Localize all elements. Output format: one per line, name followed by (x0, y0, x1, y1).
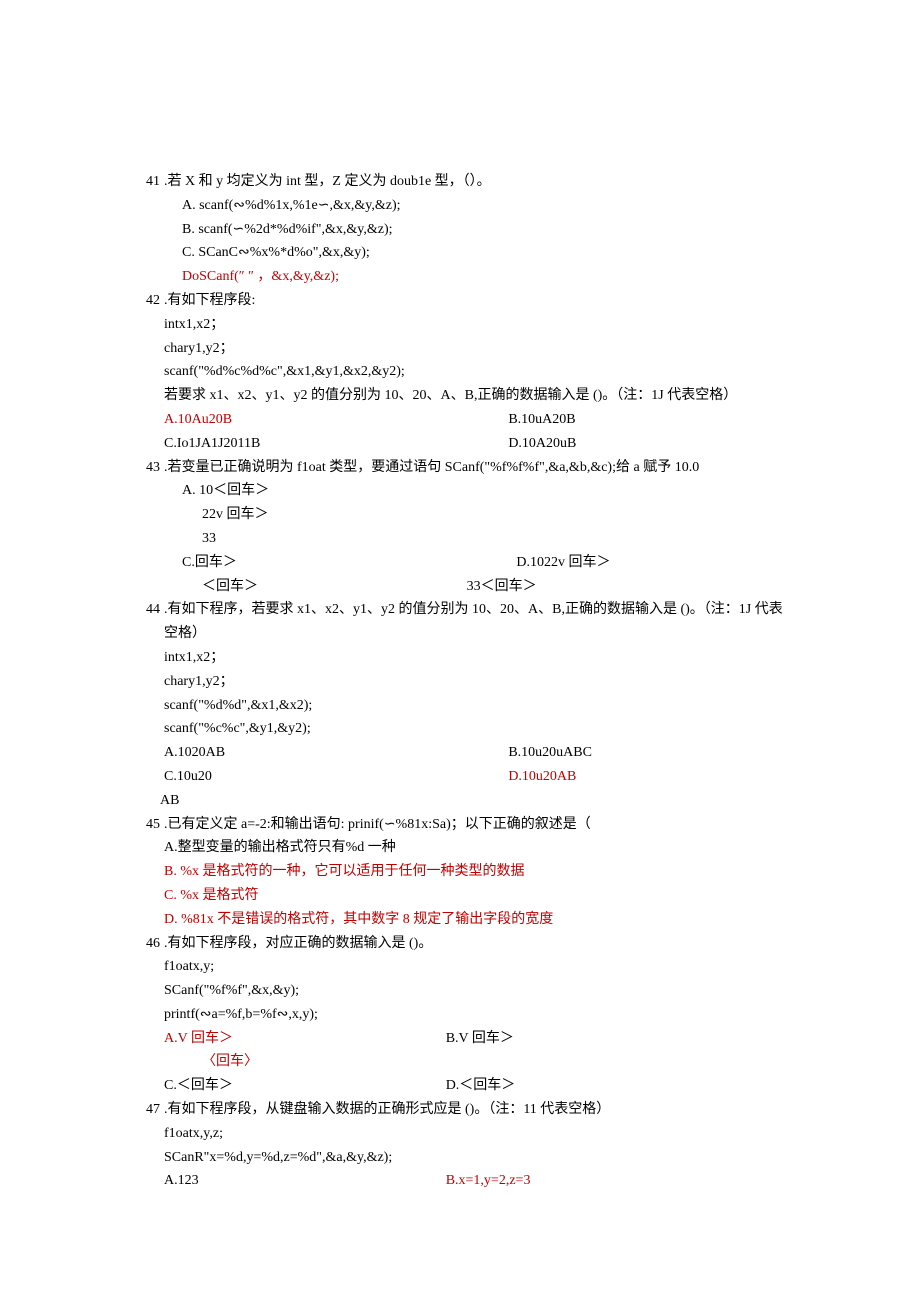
q47-code-1: f1oatx,y,z; (130, 1122, 790, 1146)
q41-number: 41 (130, 170, 164, 194)
q46-opt-b: B.V 回车＞ (446, 1027, 790, 1051)
q46-code-1: f1oatx,y; (130, 955, 790, 979)
q46-opt-a-2: 〈回车〉 (130, 1050, 790, 1074)
q44: 44 .有如下程序，若要求 x1、x2、y1、y2 的值分别为 10、20、A、… (130, 598, 790, 646)
q47: 47 .有如下程序段，从键盘输入数据的正确形式应是 ()。（注：11 代表空格） (130, 1098, 790, 1122)
q47-opt-a: A.123 (164, 1169, 446, 1193)
q47-opt-b: B.x=1,y=2,z=3 (446, 1169, 790, 1193)
q43-number: 43 (130, 456, 164, 480)
q46-stem: .有如下程序段，对应正确的数据输入是 ()。 (164, 932, 790, 956)
q42: 42 .有如下程序段: (130, 289, 790, 313)
q44-opt-b: B.10u20uABC (508, 741, 790, 765)
q45-stem: .已有定义定 a=-2:和输出语句: prinif(∽%81x:Sa)；以下正确… (164, 813, 790, 837)
q43: 43 .若变量已正确说明为 f1oat 类型，要通过语句 SCanf("%f%f… (130, 456, 790, 480)
q42-opt-d: D.10A20uB (508, 432, 790, 456)
q44-opt-c: C.10u20 (164, 765, 508, 789)
q42-opt-c: C.Io1JA1J2011B (164, 432, 508, 456)
q43-opt-c: C.回车＞ (182, 551, 516, 575)
q43-stem: .若变量已正确说明为 f1oat 类型，要通过语句 SCanf("%f%f%f"… (164, 456, 790, 480)
q46-code-3: printf(∾a=%f,b=%f∾,x,y); (130, 1003, 790, 1027)
q42-stem: .有如下程序段: (164, 289, 790, 313)
q44-opt-d: D.10u20AB (508, 765, 790, 789)
q42-cond: 若要求 x1、x2、y1、y2 的值分别为 10、20、A、B,正确的数据输入是… (130, 384, 790, 408)
q45: 45 .已有定义定 a=-2:和输出语句: prinif(∽%81x:Sa)；以… (130, 813, 790, 837)
q46-number: 46 (130, 932, 164, 956)
q45-opt-d: D. %81x 不是错误的格式符，其中数字 8 规定了输出字段的宽度 (130, 908, 790, 932)
q42-opt-a: A.10Au20B (164, 408, 508, 432)
q43-opt-d-2: 33＜回车＞ (467, 575, 790, 599)
q46-opt-c: C.＜回车＞ (164, 1074, 446, 1098)
q41-opt-b: B. scanf(∽%2d*%d%if",&x,&y,&z); (130, 218, 790, 242)
q44-number: 44 (130, 598, 164, 646)
q41-opt-c: C. SCanC∾%x%*d%o",&x,&y); (130, 241, 790, 265)
q47-code-2: SCanR"x=%d,y=%d,z=%d",&a,&y,&z); (130, 1146, 790, 1170)
q46: 46 .有如下程序段，对应正确的数据输入是 ()。 (130, 932, 790, 956)
q44-code-3: scanf("%d%d",&x1,&x2); (130, 694, 790, 718)
q46-code-2: SCanf("%f%f",&x,&y); (130, 979, 790, 1003)
q47-number: 47 (130, 1098, 164, 1122)
q43-opt-c-2: ＜回车＞ (202, 575, 467, 599)
q44-stem: .有如下程序，若要求 x1、x2、y1、y2 的值分别为 10、20、A、B,正… (164, 598, 790, 646)
q41-opt-a: A. scanf(∾%d%1x,%1e∽,&x,&y,&z); (130, 194, 790, 218)
q42-opt-b: B.10uA20B (508, 408, 790, 432)
q47-stem: .有如下程序段，从键盘输入数据的正确形式应是 ()。（注：11 代表空格） (164, 1098, 790, 1122)
q44-opt-c-2: AB (130, 789, 790, 813)
q45-opt-a: A.整型变量的输出格式符只有%d 一种 (130, 836, 790, 860)
q44-opt-a: A.1020AB (164, 741, 508, 765)
q46-opt-d: D.＜回车＞ (446, 1074, 728, 1098)
q46-opt-a: A.V 回车＞ (164, 1027, 446, 1051)
q45-opt-b: B. %x 是格式符的一种，它可以适用于任何一种类型的数据 (130, 860, 790, 884)
q45-number: 45 (130, 813, 164, 837)
q43-opt-a-3: 33 (130, 527, 790, 551)
q45-opt-c: C. %x 是格式符 (130, 884, 790, 908)
q41-opt-d: DoSCanf(″ ″ ，&x,&y,&z); (130, 265, 790, 289)
q42-code-2: chary1,y2； (130, 337, 790, 361)
q42-code-1: intx1,x2； (130, 313, 790, 337)
q41: 41 .若 X 和 y 均定义为 int 型，Z 定义为 doub1e 型，（）… (130, 170, 790, 194)
q43-opt-d: D.1022v 回车＞ (516, 551, 790, 575)
q44-code-1: intx1,x2； (130, 646, 790, 670)
q44-code-4: scanf("%c%c",&y1,&y2); (130, 717, 790, 741)
q41-stem: .若 X 和 y 均定义为 int 型，Z 定义为 doub1e 型，（）。 (164, 170, 790, 194)
q43-opt-a-2: 22v 回车＞ (130, 503, 790, 527)
q42-code-3: scanf("%d%c%d%c",&x1,&y1,&x2,&y2); (130, 360, 790, 384)
q42-number: 42 (130, 289, 164, 313)
q43-opt-a: A. 10＜回车＞ (130, 479, 790, 503)
q44-code-2: chary1,y2； (130, 670, 790, 694)
